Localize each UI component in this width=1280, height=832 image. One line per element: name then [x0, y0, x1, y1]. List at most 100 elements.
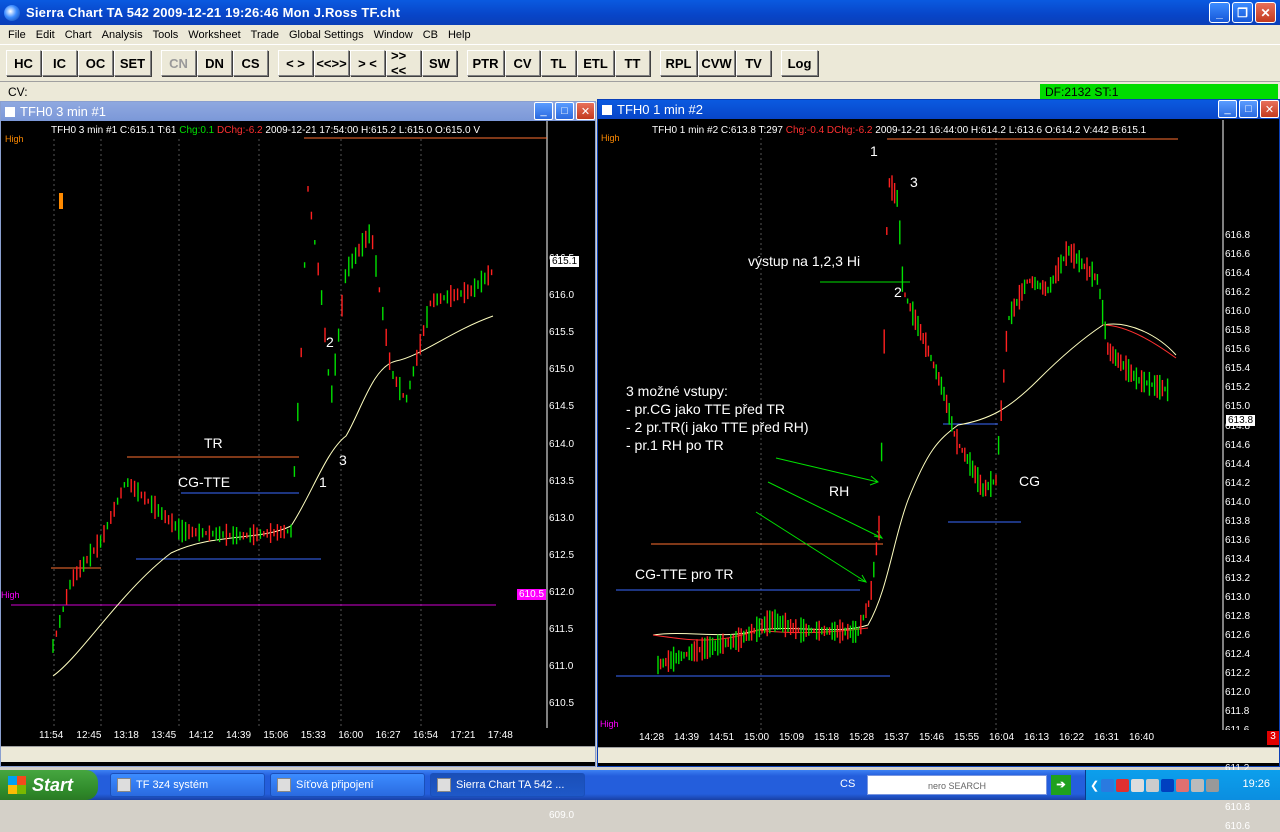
tray-icon-3[interactable]: [1131, 778, 1145, 792]
chart1-cgtte-label: CG-TTE: [178, 474, 231, 490]
chart1-price-label: 615.5: [549, 327, 575, 339]
menu-edit[interactable]: Edit: [31, 29, 60, 41]
scroll-left-right-button[interactable]: < >: [278, 50, 313, 76]
chart1-close-button[interactable]: ✕: [576, 102, 595, 120]
chart1-price-label: 614.0: [549, 438, 575, 450]
task-sierra-chart[interactable]: Sierra Chart TA 542 ...: [430, 773, 585, 797]
sierra-chart-icon: [4, 4, 20, 21]
dn-button[interactable]: DN: [197, 50, 232, 76]
chart-window-1[interactable]: TFH0 3 min #1 _ □ ✕ TFH0 3 min #1 C:615.…: [0, 101, 597, 821]
app-title: Sierra Chart TA 542 2009-12-21 19:26:46 …: [26, 5, 401, 20]
tray-expand-icon[interactable]: ❮: [1090, 779, 1099, 792]
search-go-button[interactable]: ➔: [1051, 775, 1071, 795]
chart2-label-1: 1: [870, 143, 878, 159]
oc-button[interactable]: OC: [78, 50, 113, 76]
scroll-far-button[interactable]: <<>>: [314, 50, 349, 76]
tl-button[interactable]: TL: [541, 50, 576, 76]
volume-icon[interactable]: [1206, 778, 1220, 792]
hc-button[interactable]: HC: [6, 50, 41, 76]
chart2-price-label: 616.4: [1225, 268, 1251, 280]
chart1-label-2: 2: [326, 334, 334, 350]
ic-button[interactable]: IC: [42, 50, 77, 76]
sw-button[interactable]: SW: [422, 50, 457, 76]
chart2-rh-label: RH: [829, 483, 850, 499]
network-tray-icon[interactable]: [1191, 778, 1205, 792]
scroll-far-in-button[interactable]: >><<: [386, 48, 421, 78]
chart2-price-label: 616.0: [1225, 306, 1251, 318]
chart-icon: [5, 106, 15, 117]
menu-tools[interactable]: Tools: [148, 29, 184, 41]
ptr-button[interactable]: PTR: [467, 50, 504, 76]
chart1-time-label: 12:45: [76, 730, 102, 741]
chart2-price-label: 615.6: [1225, 344, 1251, 356]
task-network-connections[interactable]: Síťová připojení: [270, 773, 425, 797]
tv-button[interactable]: TV: [736, 50, 771, 76]
chart2-time-axis: 14:28 14:39 14:51 15:00 15:09 15:18 15:28 15:37…: [598, 730, 1279, 748]
task-tf-system[interactable]: TF 3z4 systém: [110, 773, 265, 797]
chart2-time-label: 14:39: [674, 732, 700, 743]
cs-button[interactable]: CS: [233, 50, 268, 76]
chart2-price-label: 613.2: [1225, 572, 1251, 584]
chart2-plot[interactable]: [598, 120, 1280, 750]
chart1-time-label: 13:18: [113, 730, 139, 741]
chart1-plot[interactable]: [1, 121, 597, 751]
tray-icon-2[interactable]: [1116, 778, 1130, 792]
menu-global-settings[interactable]: Global Settings: [284, 29, 369, 41]
maximize-button[interactable]: ❐: [1232, 2, 1253, 23]
menu-worksheet[interactable]: Worksheet: [183, 29, 245, 41]
chart1-time-label: 14:39: [226, 730, 252, 741]
language-indicator[interactable]: CS: [840, 778, 855, 790]
start-button[interactable]: Start: [0, 770, 98, 800]
rpl-button[interactable]: RPL: [660, 50, 697, 76]
menu-file[interactable]: File: [3, 29, 31, 41]
minimize-button[interactable]: _: [1209, 2, 1230, 23]
toolbar: HC IC OC SET CN DN CS < > <<>> > < >><< …: [0, 44, 1280, 81]
chart1-minimize-button[interactable]: _: [534, 102, 553, 120]
tt-button[interactable]: TT: [615, 50, 650, 76]
chart2-scrollbar[interactable]: [598, 747, 1279, 763]
chart2-price-label: 612.6: [1225, 630, 1251, 642]
chart2-time-label: 16:22: [1059, 732, 1085, 743]
tray-icon-1[interactable]: [1101, 778, 1115, 792]
tray-icon-4[interactable]: [1146, 778, 1160, 792]
chart1-time-label: 16:00: [338, 730, 364, 741]
chart2-price-label: 615.4: [1225, 363, 1251, 375]
chart1-price-label: 613.0: [549, 512, 575, 524]
close-button[interactable]: ✕: [1255, 2, 1276, 23]
nero-search-field[interactable]: nero SEARCH: [867, 775, 1047, 795]
chart1-maximize-button[interactable]: □: [555, 102, 574, 120]
tray-icon-6[interactable]: [1176, 778, 1190, 792]
bluetooth-icon[interactable]: [1161, 778, 1175, 792]
menu-help[interactable]: Help: [443, 29, 476, 41]
chart2-price-tag: 613.8: [1226, 415, 1256, 426]
cvw-button[interactable]: CVW: [698, 50, 735, 76]
chart2-close-button[interactable]: ✕: [1260, 100, 1279, 118]
menu-window[interactable]: Window: [369, 29, 418, 41]
scroll-in-button[interactable]: > <: [350, 50, 385, 76]
chart2-entry-3: - pr.1 RH po TR: [626, 437, 724, 453]
menu-trade[interactable]: Trade: [246, 29, 284, 41]
menu-chart[interactable]: Chart: [60, 29, 97, 41]
chart2-price-label: 612.4: [1225, 649, 1251, 661]
menu-cb[interactable]: CB: [418, 29, 443, 41]
chart-window-2[interactable]: TFH0 1 min #2 _ □ ✕ TFH0 1 min #2 C:613.…: [597, 99, 1280, 832]
chart2-time-label: 15:46: [919, 732, 945, 743]
cn-button[interactable]: CN: [161, 50, 196, 76]
set-button[interactable]: SET: [114, 50, 151, 76]
chart1-time-label: 16:27: [375, 730, 401, 741]
cv-button[interactable]: CV: [505, 50, 540, 76]
chart1-price-label: 613.5: [549, 475, 575, 487]
app-title-bar: Sierra Chart TA 542 2009-12-21 19:26:46 …: [0, 0, 1280, 25]
chart2-minimize-button[interactable]: _: [1218, 100, 1237, 118]
chart2-entry-1: - pr.CG jako TTE před TR: [626, 401, 785, 417]
etl-button[interactable]: ETL: [577, 50, 614, 76]
log-button[interactable]: Log: [781, 50, 818, 76]
menu-bar: File Edit Chart Analysis Tools Worksheet…: [0, 25, 1280, 44]
chart1-scrollbar[interactable]: [1, 746, 595, 762]
chart1-time-label: 17:21: [450, 730, 476, 741]
chart1-time-label: 15:33: [300, 730, 326, 741]
menu-analysis[interactable]: Analysis: [97, 29, 148, 41]
chart2-maximize-button[interactable]: □: [1239, 100, 1258, 118]
chart1-price-tag: 615.1: [550, 256, 580, 267]
chart1-high-tag: 610.5: [517, 589, 547, 600]
